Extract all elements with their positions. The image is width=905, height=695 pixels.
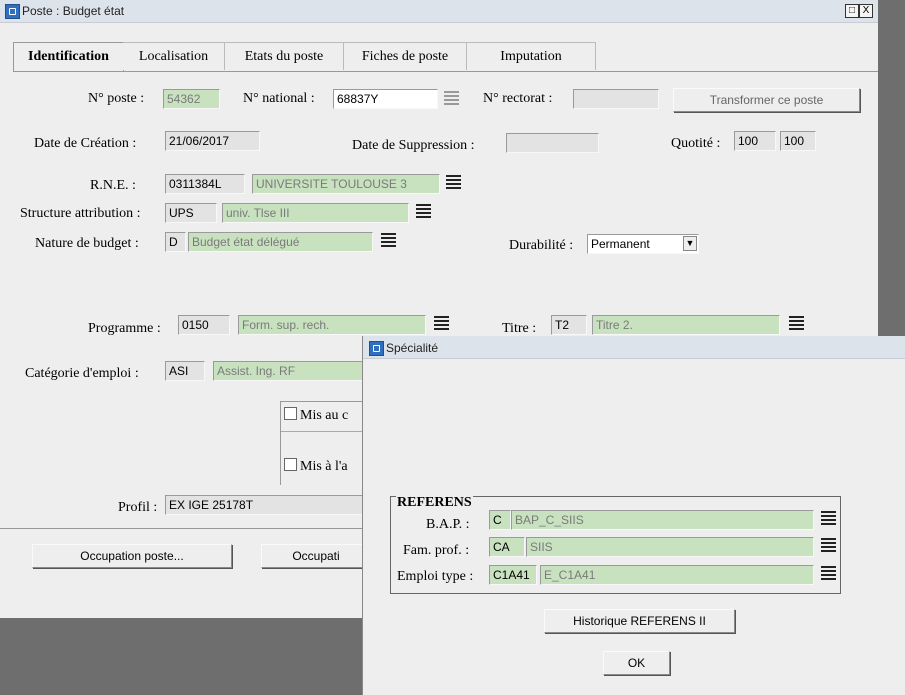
profil-field[interactable]: EX IGE 25178T	[165, 495, 365, 515]
durabilite-value: Permanent	[591, 237, 650, 251]
bottom-separator	[0, 528, 370, 529]
dialog-app-icon	[369, 341, 384, 356]
rne-label: R.N.E. :	[90, 178, 136, 193]
categorie-name-field[interactable]: Assist. Ing. RF	[213, 361, 363, 381]
emploi-code-field[interactable]: C1A41	[489, 565, 537, 585]
no-national-list-icon[interactable]	[444, 91, 459, 108]
date-creation-field[interactable]: 21/06/2017	[165, 131, 260, 151]
emploi-name-field[interactable]: E_C1A41	[540, 565, 814, 585]
mis-au-label: Mis au c	[300, 408, 349, 423]
profil-label: Profil :	[118, 500, 158, 515]
fam-list-icon[interactable]	[821, 538, 836, 555]
chevron-down-icon[interactable]: ▼	[683, 236, 697, 251]
titre-name-field[interactable]: Titre 2.	[592, 315, 780, 335]
structure-list-icon[interactable]	[416, 204, 431, 221]
nature-code-field[interactable]: D	[165, 232, 186, 252]
emploi-list-icon[interactable]	[821, 566, 836, 583]
referens-group-title: REFERENS	[396, 495, 473, 511]
specialite-dialog: Spécialité REFERENS B.A.P. : C BAP_C_SII…	[362, 336, 905, 695]
programme-code-field[interactable]: 0150	[178, 315, 230, 335]
window-title: Poste : Budget état	[22, 4, 125, 18]
categorie-code-field[interactable]: ASI	[165, 361, 205, 381]
maximize-icon: □	[848, 5, 856, 16]
mis-a-checkbox[interactable]	[284, 458, 297, 471]
structure-name-field[interactable]: univ. Tlse III	[222, 203, 409, 223]
rne-code-field[interactable]: 0311384L	[165, 174, 245, 194]
maximize-button[interactable]: □	[845, 4, 859, 18]
quotite-field-1[interactable]: 100	[734, 131, 776, 151]
fam-name-field[interactable]: SIIS	[526, 537, 814, 557]
rne-name-field[interactable]: UNIVERSITE TOULOUSE 3	[252, 174, 440, 194]
bap-label: B.A.P. :	[426, 517, 470, 532]
tab-localisation[interactable]: Localisation	[123, 42, 225, 70]
app-icon	[5, 4, 20, 19]
nature-list-icon[interactable]	[381, 233, 396, 250]
close-button[interactable]: X	[859, 4, 873, 18]
tab-baseline	[13, 71, 878, 72]
quotite-field-2[interactable]: 100	[780, 131, 816, 151]
date-suppression-field[interactable]	[506, 133, 599, 153]
nature-name-field[interactable]: Budget état délégué	[188, 232, 373, 252]
structure-code-field[interactable]: UPS	[165, 203, 217, 223]
durabilite-label: Durabilité :	[509, 238, 574, 253]
ok-button[interactable]: OK	[603, 651, 670, 675]
structure-label: Structure attribution :	[20, 206, 141, 221]
tab-fiches-de-poste[interactable]: Fiches de poste	[344, 42, 467, 70]
main-titlebar: Poste : Budget état □ X	[0, 0, 878, 23]
no-rectorat-field[interactable]	[573, 89, 659, 109]
quotite-label: Quotité :	[671, 136, 721, 151]
bap-code-field[interactable]: C	[489, 510, 511, 530]
fam-label: Fam. prof. :	[403, 543, 470, 558]
transformer-button[interactable]: Transformer ce poste	[673, 88, 860, 112]
nature-label: Nature de budget :	[35, 236, 139, 251]
titre-list-icon[interactable]	[789, 316, 804, 333]
historique-referens-button[interactable]: Historique REFERENS II	[544, 609, 735, 633]
bap-name-field[interactable]: BAP_C_SIIS	[511, 510, 814, 530]
programme-list-icon[interactable]	[434, 316, 449, 333]
date-creation-label: Date de Création :	[34, 136, 137, 151]
mis-a-label: Mis à l'a	[300, 459, 348, 474]
programme-label: Programme :	[88, 321, 161, 336]
occupation-poste-button[interactable]: Occupation poste...	[32, 544, 232, 568]
tab-identification[interactable]: Identification	[13, 42, 124, 72]
durabilite-select[interactable]: Permanent ▼	[587, 234, 699, 254]
titre-label: Titre :	[502, 321, 537, 336]
close-icon: X	[862, 5, 870, 16]
tab-etats-du-poste[interactable]: Etats du poste	[225, 42, 344, 70]
checkbox-divider	[281, 431, 370, 432]
no-poste-field[interactable]: 54362	[163, 89, 220, 109]
fam-code-field[interactable]: CA	[489, 537, 525, 557]
no-poste-label: N° poste :	[88, 91, 145, 106]
titre-code-field[interactable]: T2	[551, 315, 587, 335]
emploi-label: Emploi type :	[397, 569, 474, 584]
specialite-titlebar: Spécialité	[363, 336, 905, 359]
rne-list-icon[interactable]	[446, 175, 461, 192]
date-suppression-label: Date de Suppression :	[352, 138, 475, 153]
tab-imputation[interactable]: Imputation	[467, 42, 596, 70]
dialog-title: Spécialité	[386, 341, 439, 355]
categorie-label: Catégorie d'emploi :	[25, 366, 139, 381]
bap-list-icon[interactable]	[821, 511, 836, 528]
no-rectorat-label: N° rectorat :	[483, 91, 553, 106]
occupation-button[interactable]: Occupati	[261, 544, 371, 568]
no-national-label: N° national :	[243, 91, 315, 106]
no-national-field[interactable]: 68837Y	[333, 89, 438, 109]
programme-name-field[interactable]: Form. sup. rech.	[238, 315, 426, 335]
mis-au-checkbox[interactable]	[284, 407, 297, 420]
